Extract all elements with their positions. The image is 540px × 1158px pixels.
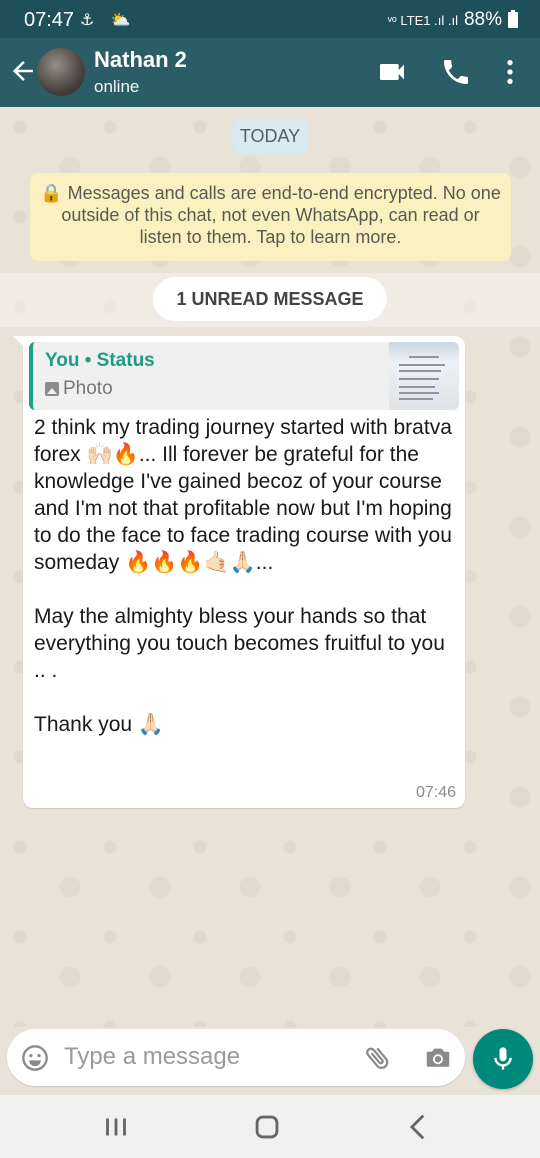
photo-icon: [45, 382, 59, 396]
back-arrow-icon[interactable]: [8, 56, 38, 86]
phone-call-icon[interactable]: [440, 56, 472, 88]
encryption-notice[interactable]: 🔒 Messages and calls are end-to-end encr…: [30, 173, 511, 261]
message-text: 2 think my trading journey started with …: [34, 416, 452, 736]
status-right: ᵛᵒ LTE1 .ıl .ıl 88%: [388, 9, 518, 31]
system-nav-bar: [0, 1095, 540, 1158]
emoji-icon[interactable]: [21, 1044, 49, 1072]
avatar[interactable]: [37, 48, 85, 96]
attach-icon[interactable]: [363, 1043, 393, 1073]
quote-type: Photo: [45, 378, 113, 400]
more-options-icon[interactable]: [494, 56, 526, 88]
signal-icon: ᵛᵒ LTE1 .ıl .ıl: [387, 12, 458, 28]
status-time: 07:47: [24, 9, 75, 31]
date-chip: TODAY: [232, 119, 308, 153]
home-icon[interactable]: [250, 1110, 284, 1144]
message-time: 07:46: [415, 784, 456, 801]
notification-icons: ⚓ ⛅: [80, 12, 137, 29]
incoming-message[interactable]: You • Status Photo 2 think my trading jo…: [13, 336, 465, 808]
recent-apps-icon[interactable]: [99, 1110, 133, 1144]
status-bar: 07:47 ⚓ ⛅ ᵛᵒ LTE1 .ıl .ıl 88%: [0, 0, 540, 38]
video-call-icon[interactable]: [376, 56, 408, 88]
chat-area[interactable]: TODAY 🔒 Messages and calls are end-to-en…: [0, 107, 540, 1027]
quote-author: You • Status: [45, 350, 155, 371]
message-composer: [7, 1029, 465, 1086]
quote-type-label: Photo: [63, 378, 113, 399]
chat-header: Nathan 2 online: [0, 38, 540, 107]
battery-percent: 88%: [463, 9, 502, 30]
contact-status: online: [94, 77, 140, 96]
status-thumbnail: [389, 342, 459, 410]
voice-record-button[interactable]: [473, 1029, 533, 1089]
unread-label: 1 UNREAD MESSAGE: [153, 277, 387, 321]
quoted-status[interactable]: You • Status Photo: [29, 342, 459, 410]
back-nav-icon[interactable]: [402, 1110, 436, 1144]
battery-icon: [508, 10, 518, 28]
message-input[interactable]: [64, 1043, 344, 1071]
contact-name[interactable]: Nathan 2: [94, 47, 187, 73]
microphone-icon: [494, 1047, 512, 1070]
camera-icon[interactable]: [423, 1043, 453, 1073]
